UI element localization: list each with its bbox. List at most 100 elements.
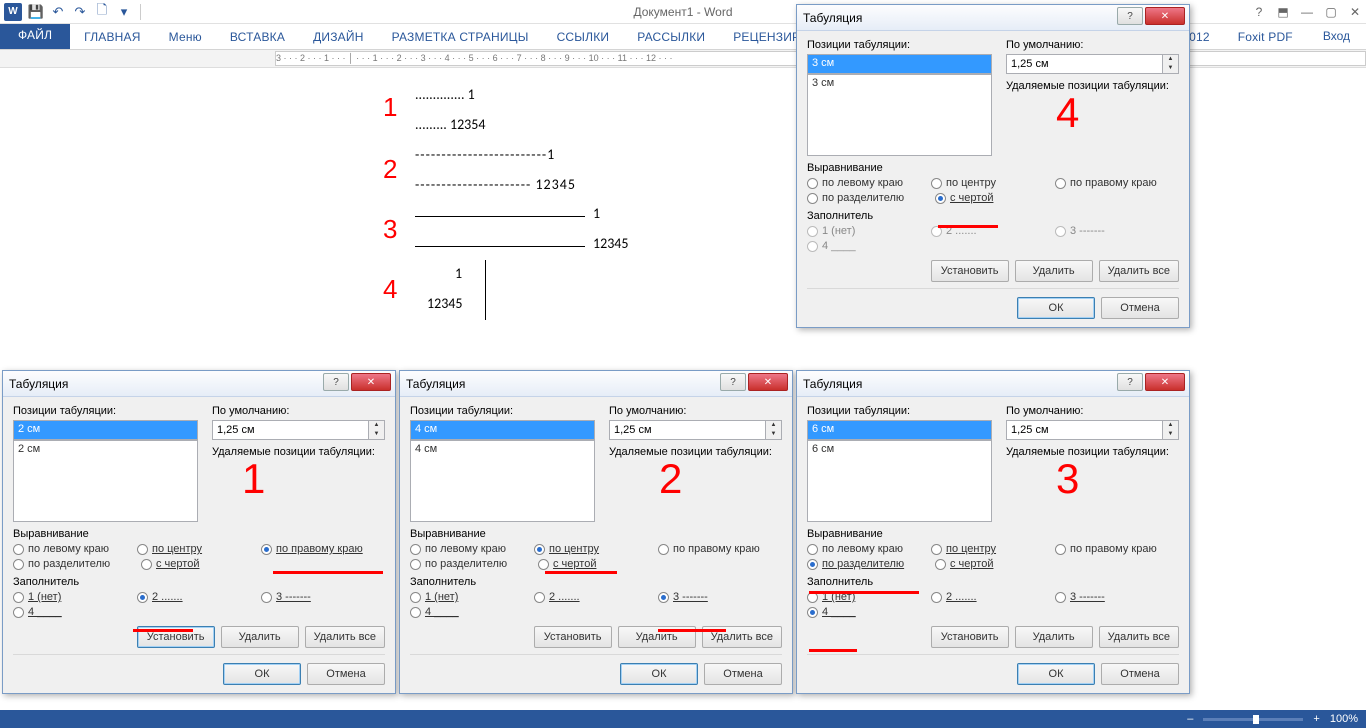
leader-underline-radio[interactable]: 4 ____: [807, 606, 935, 618]
align-decimal-radio[interactable]: по разделителю: [807, 558, 935, 570]
leader-none-radio[interactable]: 1 (нет): [410, 591, 534, 603]
dialog-titlebar[interactable]: Табуляция ?✕: [3, 371, 395, 397]
default-tab-input[interactable]: [1006, 420, 1163, 440]
tab-positions-list[interactable]: 6 см: [807, 440, 992, 522]
save-icon[interactable]: 💾: [28, 4, 44, 20]
leader-underline-radio[interactable]: 4 ____: [13, 606, 141, 618]
spin-down-icon[interactable]: ▼: [766, 430, 781, 439]
clear-button[interactable]: Удалить: [1015, 260, 1093, 282]
ok-button[interactable]: ОК: [1017, 663, 1095, 685]
default-tab-spinner[interactable]: ▲▼: [1006, 420, 1179, 440]
clear-all-button[interactable]: Удалить все: [305, 626, 385, 648]
undo-icon[interactable]: ↶: [50, 4, 66, 20]
close-icon[interactable]: ✕: [1348, 5, 1362, 19]
clear-button[interactable]: Удалить: [221, 626, 299, 648]
default-tab-spinner[interactable]: ▲▼: [609, 420, 782, 440]
new-doc-icon[interactable]: 🗋: [94, 4, 110, 20]
align-bar-radio[interactable]: с чертой: [538, 558, 666, 570]
tab-position-input[interactable]: 6 см: [807, 420, 992, 440]
leader-dashes-radio[interactable]: 3 -------: [1055, 591, 1179, 603]
align-left-radio[interactable]: по левому краю: [410, 543, 534, 555]
cancel-button[interactable]: Отмена: [1101, 663, 1179, 685]
tab-mailings[interactable]: РАССЫЛКИ: [623, 24, 719, 49]
set-button[interactable]: Установить: [931, 260, 1009, 282]
align-right-radio[interactable]: по правому краю: [1055, 177, 1179, 189]
minimize-icon[interactable]: —: [1300, 5, 1314, 19]
align-decimal-radio[interactable]: по разделителю: [807, 192, 935, 204]
dialog-help-button[interactable]: ?: [720, 373, 746, 391]
default-tab-input[interactable]: [212, 420, 369, 440]
cancel-button[interactable]: Отмена: [307, 663, 385, 685]
align-left-radio[interactable]: по левому краю: [807, 543, 931, 555]
dialog-help-button[interactable]: ?: [323, 373, 349, 391]
set-button[interactable]: Установить: [534, 626, 612, 648]
tab-position-input[interactable]: 3 см: [807, 54, 992, 74]
spin-down-icon[interactable]: ▼: [1163, 64, 1178, 73]
ok-button[interactable]: ОК: [223, 663, 301, 685]
align-left-radio[interactable]: по левому краю: [807, 177, 931, 189]
leader-dashes-radio[interactable]: 3 -------: [261, 591, 385, 603]
clear-all-button[interactable]: Удалить все: [1099, 626, 1179, 648]
leader-dots-radio[interactable]: 2 .......: [931, 591, 1055, 603]
zoom-level[interactable]: 100%: [1330, 713, 1358, 725]
spin-up-icon[interactable]: ▲: [369, 421, 384, 430]
spin-down-icon[interactable]: ▼: [1163, 430, 1178, 439]
align-center-radio[interactable]: по центру: [931, 177, 1055, 189]
tab-foxit-pdf[interactable]: Foxit PDF: [1224, 24, 1307, 49]
leader-dots-radio[interactable]: 2 .......: [137, 591, 261, 603]
zoom-in-button[interactable]: +: [1313, 713, 1319, 725]
clear-all-button[interactable]: Удалить все: [1099, 260, 1179, 282]
clear-button[interactable]: Удалить: [1015, 626, 1093, 648]
leader-dots-radio[interactable]: 2 .......: [534, 591, 658, 603]
help-icon[interactable]: ?: [1252, 5, 1266, 19]
align-center-radio[interactable]: по центру: [137, 543, 261, 555]
spin-down-icon[interactable]: ▼: [369, 430, 384, 439]
align-decimal-radio[interactable]: по разделителю: [13, 558, 141, 570]
default-tab-input[interactable]: [609, 420, 766, 440]
zoom-slider[interactable]: [1203, 718, 1303, 721]
tab-home[interactable]: ГЛАВНАЯ: [70, 24, 154, 49]
spin-up-icon[interactable]: ▲: [766, 421, 781, 430]
tab-page-layout[interactable]: РАЗМЕТКА СТРАНИЦЫ: [378, 24, 543, 49]
redo-icon[interactable]: ↷: [72, 4, 88, 20]
tab-positions-list[interactable]: 2 см: [13, 440, 198, 522]
align-decimal-radio[interactable]: по разделителю: [410, 558, 538, 570]
align-center-radio[interactable]: по центру: [931, 543, 1055, 555]
spin-up-icon[interactable]: ▲: [1163, 421, 1178, 430]
align-right-radio[interactable]: по правому краю: [1055, 543, 1179, 555]
align-right-radio[interactable]: по правому краю: [658, 543, 782, 555]
align-bar-radio[interactable]: с чертой: [935, 192, 1063, 204]
sign-in-link[interactable]: Вход: [1307, 23, 1366, 49]
dialog-close-button[interactable]: ✕: [1145, 7, 1185, 25]
tab-position-input[interactable]: 2 см: [13, 420, 198, 440]
cancel-button[interactable]: Отмена: [1101, 297, 1179, 319]
align-bar-radio[interactable]: с чертой: [141, 558, 269, 570]
dialog-close-button[interactable]: ✕: [1145, 373, 1185, 391]
ok-button[interactable]: ОК: [1017, 297, 1095, 319]
dialog-titlebar[interactable]: Табуляция ? ✕: [797, 5, 1189, 31]
default-tab-spinner[interactable]: ▲▼: [212, 420, 385, 440]
cancel-button[interactable]: Отмена: [704, 663, 782, 685]
set-button[interactable]: Установить: [931, 626, 1009, 648]
dialog-titlebar[interactable]: Табуляция ?✕: [400, 371, 792, 397]
dialog-help-button[interactable]: ?: [1117, 373, 1143, 391]
tab-design[interactable]: ДИЗАЙН: [299, 24, 378, 49]
qat-dropdown-icon[interactable]: ▾: [116, 4, 132, 20]
tab-insert[interactable]: ВСТАВКА: [216, 24, 299, 49]
tab-position-input[interactable]: 4 см: [410, 420, 595, 440]
dialog-help-button[interactable]: ?: [1117, 7, 1143, 25]
align-left-radio[interactable]: по левому краю: [13, 543, 137, 555]
tab-positions-list[interactable]: 3 см: [807, 74, 992, 156]
align-bar-radio[interactable]: с чертой: [935, 558, 1063, 570]
leader-none-radio[interactable]: 1 (нет): [13, 591, 137, 603]
tab-menu[interactable]: Меню: [155, 24, 216, 49]
zoom-out-button[interactable]: –: [1187, 713, 1193, 725]
tab-references[interactable]: ССЫЛКИ: [543, 24, 624, 49]
align-right-radio[interactable]: по правому краю: [261, 543, 385, 555]
ok-button[interactable]: ОК: [620, 663, 698, 685]
default-tab-input[interactable]: [1006, 54, 1163, 74]
leader-dashes-radio[interactable]: 3 -------: [658, 591, 782, 603]
align-center-radio[interactable]: по центру: [534, 543, 658, 555]
dialog-titlebar[interactable]: Табуляция ?✕: [797, 371, 1189, 397]
maximize-icon[interactable]: ▢: [1324, 5, 1338, 19]
